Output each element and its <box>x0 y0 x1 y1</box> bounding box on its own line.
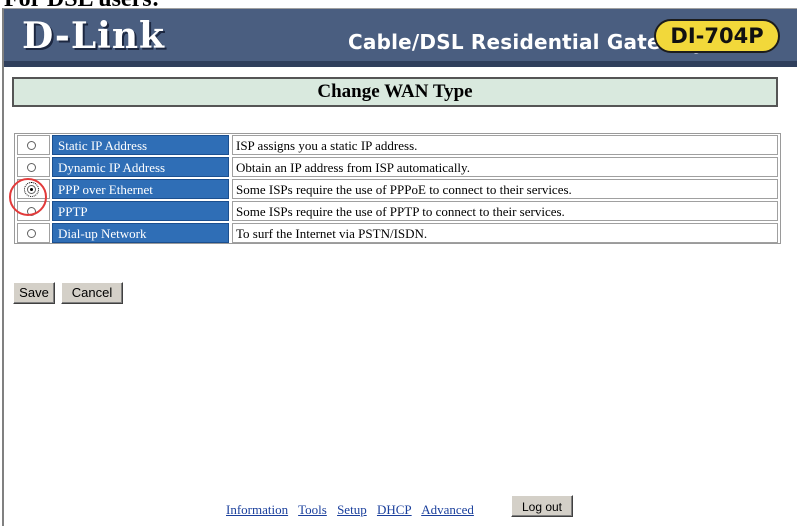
nav-link-setup[interactable]: Setup <box>337 502 367 517</box>
option-description: Obtain an IP address from ISP automatica… <box>232 157 778 177</box>
product-name: Cable/DSL Residential Gateway <box>348 30 706 54</box>
option-label: Static IP Address <box>52 135 229 155</box>
radio-static-ip[interactable] <box>27 141 36 150</box>
browser-frame: D-Link Cable/DSL Residential Gateway DI-… <box>2 8 797 526</box>
wan-option-dialup[interactable]: Dial-up Network To surf the Internet via… <box>15 222 780 243</box>
dlink-logo: D-Link <box>22 15 165 57</box>
radio-cell <box>17 201 50 221</box>
radio-cell <box>17 223 50 243</box>
cancel-button[interactable]: Cancel <box>61 282 123 304</box>
header-banner: D-Link Cable/DSL Residential Gateway DI-… <box>4 9 797 67</box>
wan-option-pppoe[interactable]: PPP over Ethernet Some ISPs require the … <box>15 178 780 199</box>
nav-link-dhcp[interactable]: DHCP <box>377 502 412 517</box>
option-label: Dial-up Network <box>52 223 229 243</box>
bottom-nav: Information Tools Setup DHCP Advanced <box>226 502 481 518</box>
wan-option-pptp[interactable]: PPTP Some ISPs require the use of PPTP t… <box>15 200 780 221</box>
header-stripe <box>4 61 797 67</box>
page-title: Change WAN Type <box>12 77 778 107</box>
option-description: Some ISPs require the use of PPPoE to co… <box>232 179 778 199</box>
wan-option-static[interactable]: Static IP Address ISP assigns you a stat… <box>15 134 780 155</box>
option-label: Dynamic IP Address <box>52 157 229 177</box>
radio-pppoe[interactable] <box>24 182 39 197</box>
radio-pptp[interactable] <box>27 207 36 216</box>
option-description: To surf the Internet via PSTN/ISDN. <box>232 223 778 243</box>
radio-cell <box>17 157 50 177</box>
nav-link-tools[interactable]: Tools <box>298 502 327 517</box>
radio-dynamic-ip[interactable] <box>27 163 36 172</box>
model-badge: DI-704P <box>654 19 780 53</box>
wan-type-table: Static IP Address ISP assigns you a stat… <box>14 133 781 244</box>
wan-option-dynamic[interactable]: Dynamic IP Address Obtain an IP address … <box>15 156 780 177</box>
save-button[interactable]: Save <box>13 282 55 304</box>
radio-dialup[interactable] <box>27 229 36 238</box>
option-label: PPTP <box>52 201 229 221</box>
option-label: PPP over Ethernet <box>52 179 229 199</box>
logout-button[interactable]: Log out <box>511 495 573 517</box>
option-description: Some ISPs require the use of PPTP to con… <box>232 201 778 221</box>
nav-link-information[interactable]: Information <box>226 502 288 517</box>
radio-cell <box>17 135 50 155</box>
radio-cell <box>17 179 50 199</box>
option-description: ISP assigns you a static IP address. <box>232 135 778 155</box>
nav-link-advanced[interactable]: Advanced <box>421 502 474 517</box>
